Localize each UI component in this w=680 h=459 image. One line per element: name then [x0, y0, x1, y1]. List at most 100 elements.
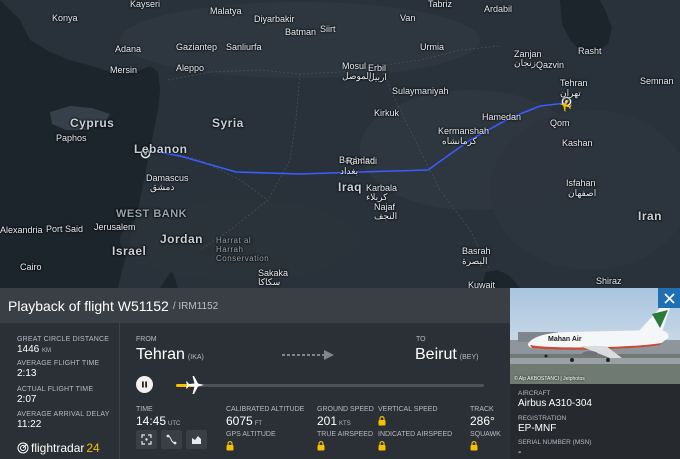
map-label: WEST BANK [116, 208, 188, 220]
ground-speed-value: 201 KTS [317, 414, 351, 428]
panel-header: Playback of flight W51152 / IRM1152 [0, 288, 510, 323]
map-label: Hamedan [482, 112, 522, 122]
map-label: Cairo [20, 262, 42, 272]
destination-airport[interactable]: Beirut (BEY) [415, 346, 478, 364]
map-label: Harrat al Harrah Conservation [216, 236, 270, 263]
flightradar24-logo[interactable]: flightradar 24 [17, 441, 100, 455]
lock-icon [470, 441, 478, 451]
flight-stats: GREAT CIRCLE DISTANCE 1446 KM AVERAGE FL… [0, 323, 120, 459]
registration-label: REGISTRATION [518, 415, 567, 422]
map-label: کرمانشاه [442, 136, 477, 146]
map-label: Batman [285, 27, 317, 37]
route-arrow-icon [282, 350, 334, 360]
map-label: Kayseri [130, 0, 161, 9]
map-label: Iran [638, 209, 663, 223]
map-label: Paphos [56, 133, 87, 143]
map-label: دمشق [150, 182, 175, 192]
stat-value: 2:07 [17, 394, 37, 405]
aircraft-panel: Mahan Air © Alp AKBOSTANCI | Jetphotos A… [510, 288, 680, 459]
pause-icon [142, 381, 147, 388]
map-label: Ramadi [346, 156, 378, 166]
stat-label: ACTUAL FLIGHT TIME [17, 386, 94, 393]
map-label: Mosul [342, 61, 367, 71]
stat-label: AVERAGE FLIGHT TIME [17, 360, 100, 367]
lock-icon [317, 441, 325, 451]
photo-credit[interactable]: © Alp AKBOSTANCI | Jetphotos [514, 376, 585, 382]
gps-altitude-label: GPS ALTITUDE [226, 431, 276, 438]
close-button[interactable] [658, 288, 680, 308]
close-icon [663, 292, 675, 304]
track-value: 286° [470, 414, 495, 428]
vertical-speed-label: VERTICAL SPEED [378, 406, 438, 413]
map-label: Urmia [420, 42, 444, 52]
map-label: Siirt [320, 24, 336, 34]
fit-view-button[interactable] [136, 430, 157, 449]
serial-label: SERIAL NUMBER (MSN) [518, 439, 592, 446]
map-label: البصرة [462, 256, 488, 266]
map-label: Shiraz [596, 276, 622, 286]
radar-icon [17, 442, 29, 454]
map-label: Cyprus [70, 116, 115, 130]
true-airspeed-label: TRUE AIRSPEED [317, 431, 374, 438]
expand-icon [141, 434, 152, 445]
flight-map[interactable]: Konya Kayseri Malatya Diyarbakir Siirt B… [0, 0, 680, 288]
route-section: FROM Tehran (IKA) TO Beirut (BEY) TIME 14:… [120, 323, 510, 459]
map-label: Alexandria [0, 225, 43, 235]
stat-value: 1446 KM [17, 344, 52, 355]
map-label: Sanliurfa [226, 42, 262, 52]
livery-text: Mahan Air [548, 336, 582, 343]
gps-altitude-cell: GPS ALTITUDE [226, 431, 276, 456]
map-label: Jordan [160, 232, 204, 246]
playback-aircraft-handle-icon[interactable] [184, 375, 206, 395]
aircraft-photo[interactable]: Mahan Air © Alp AKBOSTANCI | Jetphotos [510, 288, 680, 384]
map-label: Aleppo [176, 63, 205, 73]
map-label: Syria [212, 116, 244, 130]
map-label: Jerusalem [94, 222, 136, 232]
playback-progress-bar[interactable] [176, 384, 484, 387]
map-label: Konya [52, 13, 78, 23]
stat-value: 2:13 [17, 368, 37, 379]
map-label: النجف [374, 211, 398, 221]
logo-text: flightradar [31, 441, 85, 455]
calibrated-altitude-cell: CALIBRATED ALTITUDE 6075 FT [226, 406, 304, 428]
stat-actual-time: ACTUAL FLIGHT TIME 2:07 [17, 386, 93, 405]
stat-distance: GREAT CIRCLE DISTANCE 1446 KM [17, 336, 109, 355]
map-label: سكاكا [258, 277, 281, 287]
map-label: Semnan [640, 76, 674, 86]
flight-callsign: / IRM1152 [172, 301, 219, 312]
lock-icon [378, 416, 386, 426]
vertical-speed-cell: VERTICAL SPEED [378, 406, 438, 431]
map-label: Iraq [338, 180, 363, 194]
serial-row: SERIAL NUMBER (MSN) - [518, 439, 591, 458]
stat-value: 11:22 [17, 419, 42, 430]
map-label: Qom [550, 118, 570, 128]
stat-label: AVERAGE ARRIVAL DELAY [17, 411, 110, 418]
map-label: Sulaymaniyah [392, 86, 449, 96]
map-label: Tabriz [428, 0, 453, 9]
ground-speed-label: GROUND SPEED [317, 406, 374, 413]
map-label: اربيل [368, 72, 387, 82]
map-label: Lebanon [134, 142, 188, 156]
map-label: Kermanshah [438, 126, 490, 136]
logo-suffix: 24 [86, 441, 100, 455]
graph-icon [192, 436, 201, 444]
aircraft-position-icon[interactable] [559, 99, 572, 112]
calibrated-altitude-label: CALIBRATED ALTITUDE [226, 406, 305, 413]
route-view-button[interactable] [161, 430, 182, 449]
track-cell: TRACK 286° [470, 406, 495, 428]
map-label: Isfahan [566, 178, 596, 188]
stat-label: GREAT CIRCLE DISTANCE [17, 336, 110, 343]
track-label: TRACK [470, 406, 494, 413]
registration-value: EP-MNF [518, 423, 557, 434]
map-label: زنجان [514, 58, 537, 68]
map-label: Israel [112, 244, 147, 258]
lock-icon [378, 441, 386, 451]
calibrated-altitude-value: 6075 FT [226, 414, 263, 428]
altitude-graph-button[interactable] [186, 430, 207, 449]
aircraft-label: AIRCRAFT [518, 390, 551, 397]
origin-airport[interactable]: Tehran (IKA) [136, 346, 204, 364]
pause-button[interactable] [136, 376, 153, 393]
playback-panel: Playback of flight W51152 / IRM1152 GREA… [0, 288, 510, 459]
serial-value: - [518, 447, 522, 458]
map-label: Basrah [462, 246, 491, 256]
